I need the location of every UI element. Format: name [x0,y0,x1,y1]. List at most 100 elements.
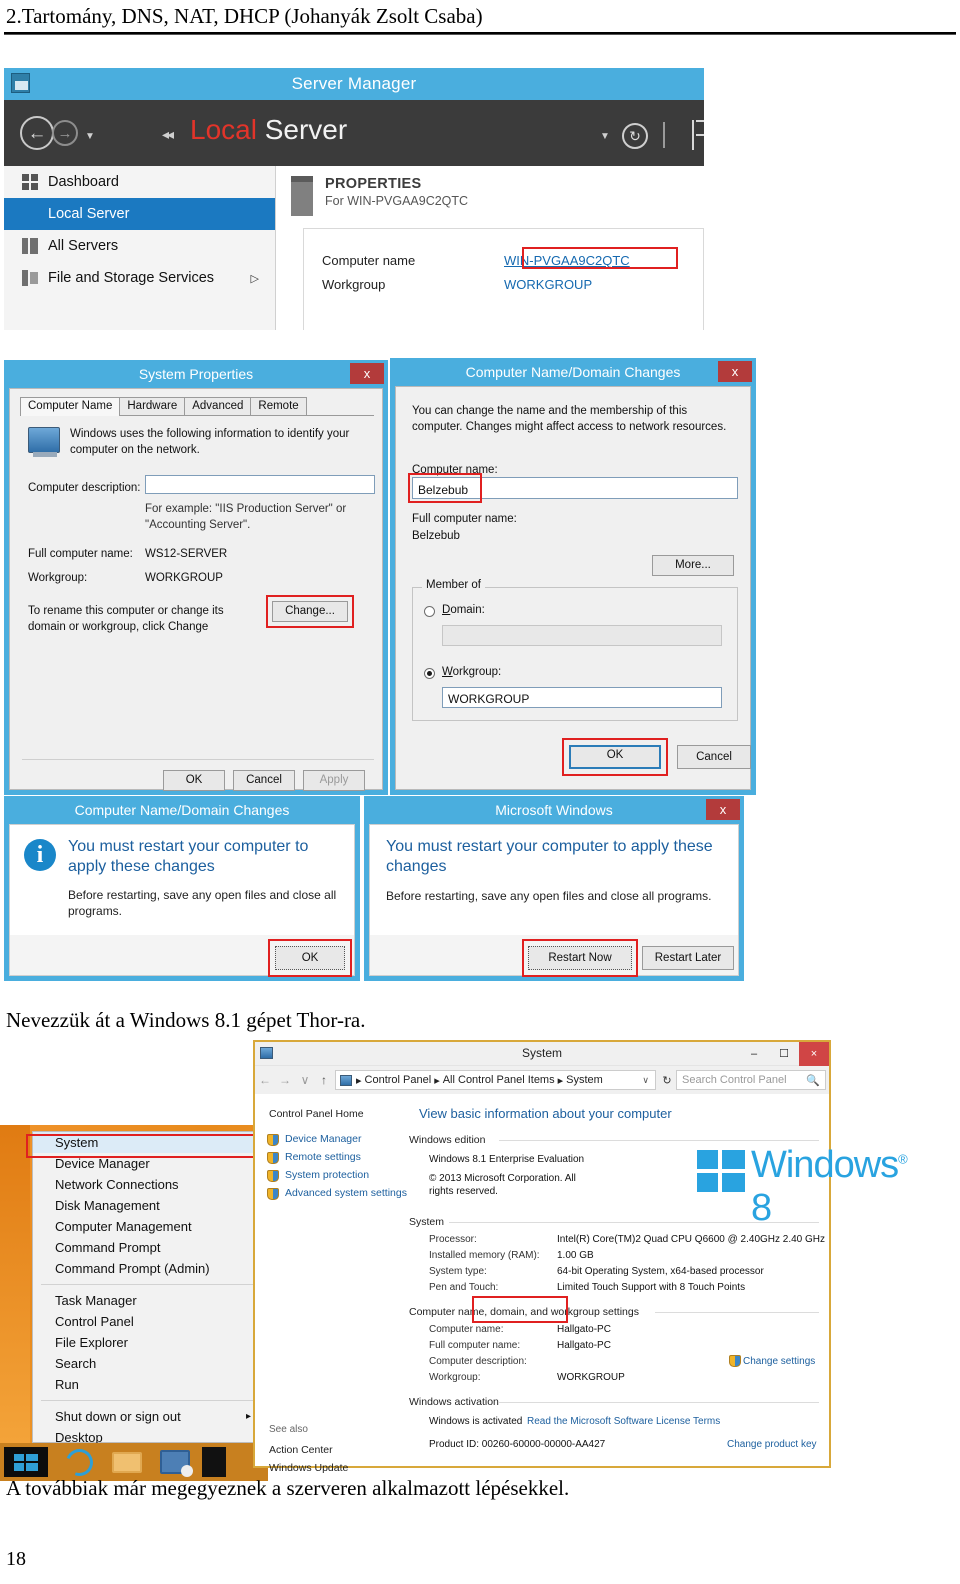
breadcrumb-sep: ▸ [557,1074,564,1087]
network-icon[interactable] [160,1450,193,1477]
close-icon[interactable]: x [706,799,740,820]
restart-left-body: i You must restart your computer to appl… [9,824,355,977]
winx-item-network-connections[interactable]: Network Connections [33,1174,261,1195]
brand-word: Windows [751,1144,899,1186]
domain-input[interactable] [442,625,722,646]
minimize-button[interactable]: – [739,1042,769,1066]
winx-item-run[interactable]: Run [33,1374,261,1395]
change-product-key-link[interactable]: Change product key [727,1439,817,1450]
close-icon[interactable]: x [350,363,384,384]
radio-domain[interactable] [424,606,435,617]
back-icon[interactable]: ← [20,116,54,150]
winx-item-label: Disk Management [55,1198,160,1213]
refresh-icon[interactable]: ↻ [658,1074,676,1087]
restart-dialog-right: Microsoft Windows x You must restart you… [364,796,744,981]
search-input[interactable]: Search Control Panel 🔍 [676,1070,826,1090]
up-icon[interactable]: ↑ [315,1073,333,1087]
tab-computer-name[interactable]: Computer Name [20,397,121,416]
ok-button[interactable]: OK [163,770,225,791]
change-settings-link[interactable]: Change settings [743,1356,815,1367]
toolbar-chevron-down-icon[interactable]: ▼ [600,131,610,142]
chevron-right-icon: ▸ [245,1410,251,1422]
shield-icon [267,1152,279,1164]
chevron-down-icon[interactable]: ∨ [642,1075,649,1086]
link-advanced-system-settings[interactable]: Advanced system settings [285,1187,407,1199]
restart-later-button[interactable]: Restart Later [642,946,734,970]
domain-label: DDomain:omain: [442,604,485,616]
winx-item-command-prompt-admin[interactable]: Command Prompt (Admin) [33,1258,261,1279]
forward-icon[interactable]: → [275,1073,295,1087]
page-title: 2.Tartomány, DNS, NAT, DHCP (Johanyák Zs… [6,4,483,28]
more-button[interactable]: More... [652,555,734,576]
file-explorer-icon[interactable] [112,1452,142,1473]
winx-item-search[interactable]: Search [33,1353,261,1374]
workgroup-input[interactable] [442,687,722,708]
value-system-type: 64-bit Operating System, x64-based proce… [557,1266,764,1277]
highlight-restart-now [522,939,638,977]
computer-description-input[interactable] [145,475,375,494]
back-icon[interactable]: ← [255,1073,275,1087]
sidebar-item-all-servers[interactable]: All Servers [4,230,275,262]
link-device-manager[interactable]: Device Manager [285,1133,361,1145]
shield-icon [267,1134,279,1146]
workgroup-label: Workgroup: [442,666,502,678]
breadcrumb-item-control-panel[interactable]: Control Panel [365,1074,432,1086]
tab-remote[interactable]: Remote [250,397,307,416]
server-manager-sidebar: Dashboard Local Server All Servers File … [4,166,276,330]
system-properties-title: System Properties [138,366,254,382]
maximize-button[interactable]: ☐ [769,1042,799,1066]
label-installed-memory: Installed memory (RAM): [429,1250,540,1261]
full-computer-name-value: Belzebub [412,530,460,542]
forward-icon[interactable]: → [52,120,78,146]
server-manager-page-title: Local Server [190,114,347,146]
recent-chevron-icon[interactable]: ∨ [295,1073,315,1087]
winx-item-control-panel[interactable]: Control Panel [33,1311,261,1332]
property-value-workgroup[interactable]: WORKGROUP [504,277,592,292]
system-window-titlebar: System – ☐ × [255,1042,829,1066]
winx-item-computer-management[interactable]: Computer Management [33,1216,261,1237]
taskbar-extra-icon[interactable] [202,1447,226,1477]
sidebar-item-local-server[interactable]: Local Server [4,198,275,230]
radio-workgroup[interactable] [424,668,435,679]
sidebar-item-dashboard[interactable]: Dashboard [4,166,275,198]
close-icon[interactable]: x [718,361,752,382]
workgroup-value: WORKGROUP [145,572,223,584]
page-title-part-a: Local [190,114,257,145]
breadcrumb-item-system[interactable]: System [566,1074,603,1086]
link-windows-update[interactable]: Windows Update [269,1462,348,1474]
property-label-computer-name: Computer name [322,253,416,268]
sidebar-item-file-and-storage-services[interactable]: File and Storage Services ▷ [4,262,275,294]
server-icon [22,206,38,222]
sidebar-item-label: All Servers [48,238,119,254]
page-title-part-b: Server [256,114,348,145]
collapse-icon[interactable]: ◂◂ [162,126,174,143]
breadcrumb[interactable]: ▸ Control Panel ▸ All Control Panel Item… [335,1070,656,1090]
link-remote-settings[interactable]: Remote settings [285,1151,361,1163]
cancel-button[interactable]: Cancel [677,745,751,769]
notifications-flag-icon[interactable] [692,120,704,150]
winx-item-file-explorer[interactable]: File Explorer [33,1332,261,1353]
cancel-button[interactable]: Cancel [233,770,295,791]
winx-item-command-prompt[interactable]: Command Prompt [33,1237,261,1258]
server-manager-main: PROPERTIES For WIN-PVGAA9C2QTC Computer … [277,166,704,330]
section-rule [449,1222,819,1223]
activation-status: Windows is activated [429,1416,523,1427]
winx-item-label: Device Manager [55,1156,150,1171]
link-action-center[interactable]: Action Center [269,1444,333,1456]
license-terms-link[interactable]: Read the Microsoft Software License Term… [527,1416,720,1427]
winx-item-task-manager[interactable]: Task Manager [33,1290,261,1311]
chevron-down-icon[interactable]: ▼ [85,131,95,142]
link-system-protection[interactable]: System protection [285,1169,369,1181]
tab-advanced[interactable]: Advanced [184,397,252,416]
close-icon[interactable]: × [799,1042,829,1066]
breadcrumb-item-all-items[interactable]: All Control Panel Items [443,1074,555,1086]
winx-item-shut-down-or-sign-out[interactable]: Shut down or sign out ▸ [33,1406,261,1427]
tab-hardware[interactable]: Hardware [119,397,186,416]
winx-item-disk-management[interactable]: Disk Management [33,1195,261,1216]
control-panel-home-link[interactable]: Control Panel Home [269,1108,364,1120]
refresh-icon[interactable]: ↻ [622,123,648,149]
system-properties-tabs: Computer Name Hardware Advanced Remote [20,397,307,416]
shield-icon [267,1170,279,1182]
system-properties-intro: Windows uses the following information t… [70,428,350,456]
full-computer-name-label: Full computer name: [412,513,517,525]
